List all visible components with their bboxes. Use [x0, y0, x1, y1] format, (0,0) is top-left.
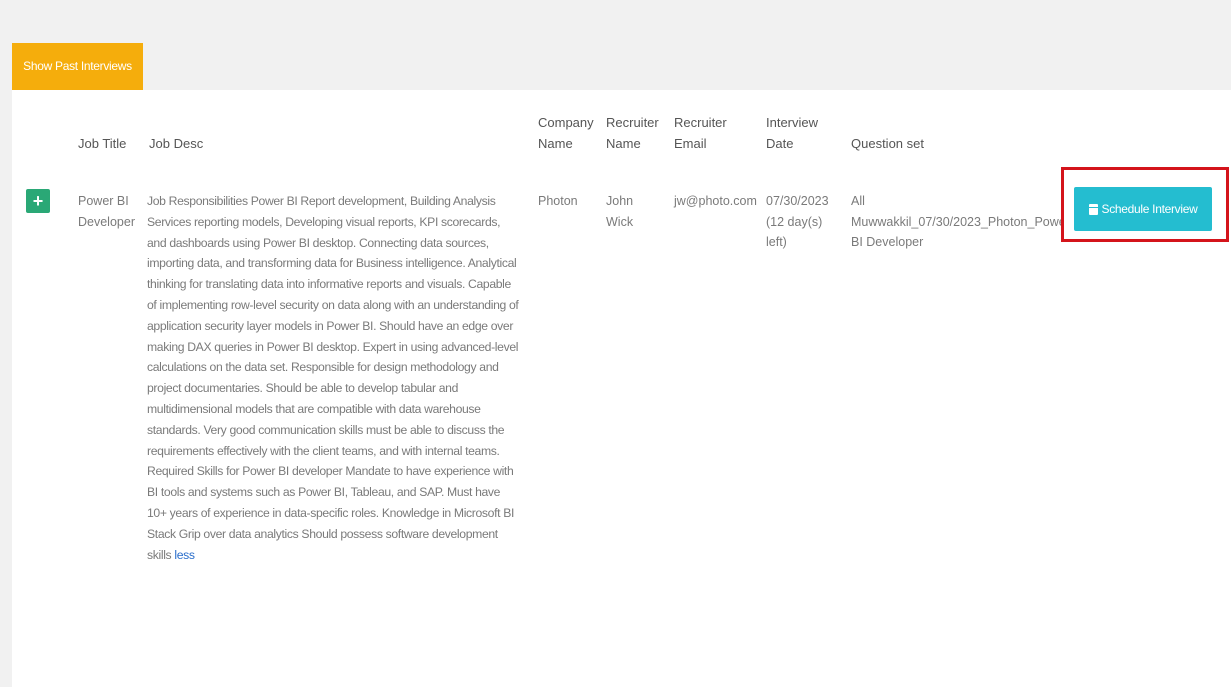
header-company-name: Company Name — [538, 112, 594, 154]
header-interview-date: Interview Date — [766, 112, 818, 154]
question-set-line3: BI Developer — [851, 235, 924, 249]
interview-days-left-line1: (12 day(s) — [766, 214, 823, 229]
interview-date-value: 07/30/2023 — [766, 194, 829, 208]
header-recruiter-name-line2: Name — [606, 136, 641, 151]
schedule-interview-button[interactable]: Schedule Interview — [1074, 187, 1212, 231]
header-job-desc: Job Desc — [149, 136, 204, 151]
show-past-interviews-button[interactable]: Show Past Interviews — [12, 43, 143, 90]
recruiter-first-name: John — [606, 194, 634, 208]
header-recruiter-name-line1: Recruiter — [606, 115, 659, 130]
interview-days-left-line2: left) — [766, 235, 787, 249]
question-set-line2: Muwwakkil_07/30/2023_Photon_Power — [851, 214, 1063, 229]
job-title-line2: Developer — [78, 214, 135, 229]
cell-interview-date: 07/30/2023 (12 day(s) left) — [766, 191, 829, 253]
header-company-name-line1: Company — [538, 115, 594, 130]
header-recruiter-email: Recruiter Email — [674, 112, 727, 154]
plus-icon: + — [32, 191, 44, 211]
header-interview-date-line1: Interview — [766, 115, 819, 130]
cell-recruiter-name: John Wick — [606, 191, 633, 232]
job-description-text: Job Responsibilities Power BI Report dev… — [147, 194, 519, 562]
header-interview-date-line2: Date — [766, 136, 794, 151]
calendar-icon — [1088, 203, 1098, 215]
cell-recruiter-email: jw@photo.com — [674, 194, 757, 208]
interviews-page: Show Past Interviews Job Title Job Desc … — [0, 0, 1231, 687]
header-company-name-line2: Name — [538, 136, 573, 151]
cell-job-title: Power BI Developer — [78, 191, 135, 232]
cell-question-set: All Muwwakkil_07/30/2023_Photon_Power BI… — [851, 191, 1063, 253]
cell-company-name: Photon — [538, 194, 578, 208]
recruiter-last-name: Wick — [606, 214, 634, 229]
expand-row-button[interactable]: + — [26, 189, 50, 213]
header-recruiter-name: Recruiter Name — [606, 112, 659, 154]
job-title-line1: Power BI — [78, 194, 129, 208]
question-set-line1: All — [851, 194, 865, 208]
header-recruiter-email-line2: Email — [674, 136, 707, 151]
cell-job-desc: Job Responsibilities Power BI Report dev… — [147, 191, 522, 565]
header-job-title: Job Title — [78, 136, 127, 151]
header-question-set: Question set — [851, 136, 924, 151]
show-less-link[interactable]: less — [174, 548, 195, 562]
schedule-interview-label: Schedule Interview — [1101, 202, 1198, 216]
header-recruiter-email-line1: Recruiter — [674, 115, 727, 130]
interviews-table: Job Title Job Desc Company Name Recruite… — [12, 90, 1231, 687]
